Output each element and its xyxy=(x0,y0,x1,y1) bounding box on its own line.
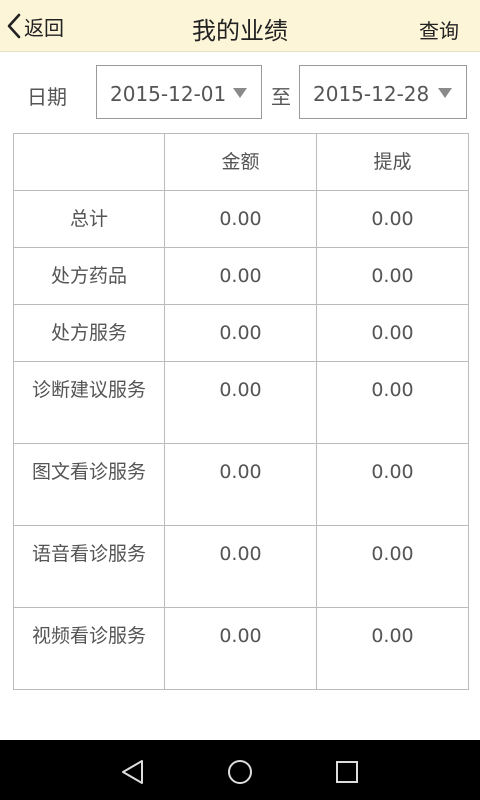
row-name: 处方服务 xyxy=(13,304,165,362)
row-amount: 0.00 xyxy=(164,190,317,248)
query-button[interactable]: 查询 xyxy=(419,15,459,44)
performance-table: 金额 提成 总计 0.00 0.00 处方药品 0.00 0.00 处方服务 0… xyxy=(13,133,469,690)
row-commission: 0.00 xyxy=(316,247,469,305)
row-amount: 0.00 xyxy=(164,247,317,305)
date-filter-row: 日期 2015-12-01 至 2015-12-28 xyxy=(0,64,480,122)
row-name: 图文看诊服务 xyxy=(13,443,165,526)
home-circle-icon[interactable] xyxy=(226,758,254,786)
to-label: 至 xyxy=(271,85,291,109)
row-amount: 0.00 xyxy=(164,443,317,526)
table-row: 总计 0.00 0.00 xyxy=(13,190,469,248)
row-name: 视频看诊服务 xyxy=(13,607,165,690)
table-row: 语音看诊服务 0.00 0.00 xyxy=(13,525,469,608)
system-nav-bar xyxy=(0,740,480,800)
start-date-value: 2015-12-01 xyxy=(110,82,227,106)
recent-apps-square-icon[interactable] xyxy=(333,758,361,786)
back-triangle-icon[interactable] xyxy=(119,758,147,786)
row-commission: 0.00 xyxy=(316,525,469,608)
row-amount: 0.00 xyxy=(164,304,317,362)
page-title: 我的业绩 xyxy=(192,17,288,45)
row-name: 诊断建议服务 xyxy=(13,361,165,444)
table-row: 处方药品 0.00 0.00 xyxy=(13,247,469,305)
table-row: 视频看诊服务 0.00 0.00 xyxy=(13,607,469,690)
table-header-row: 金额 提成 xyxy=(13,133,469,191)
table-row: 诊断建议服务 0.00 0.00 xyxy=(13,361,469,444)
date-label: 日期 xyxy=(27,85,67,109)
end-date-value: 2015-12-28 xyxy=(313,82,430,106)
row-amount: 0.00 xyxy=(164,525,317,608)
row-name: 语音看诊服务 xyxy=(13,525,165,608)
dropdown-arrow-icon xyxy=(233,88,247,98)
header-cell-blank xyxy=(13,133,165,191)
table-row: 处方服务 0.00 0.00 xyxy=(13,304,469,362)
start-date-select[interactable]: 2015-12-01 xyxy=(96,65,262,119)
row-name: 总计 xyxy=(13,190,165,248)
row-commission: 0.00 xyxy=(316,190,469,248)
row-name: 处方药品 xyxy=(13,247,165,305)
row-commission: 0.00 xyxy=(316,304,469,362)
header-cell-amount: 金额 xyxy=(164,133,317,191)
row-commission: 0.00 xyxy=(316,361,469,444)
end-date-select[interactable]: 2015-12-28 xyxy=(299,65,467,119)
header-cell-commission: 提成 xyxy=(316,133,469,191)
row-amount: 0.00 xyxy=(164,361,317,444)
dropdown-arrow-icon xyxy=(438,88,452,98)
app-header: 返回 我的业绩 查询 xyxy=(0,0,480,52)
table-row: 图文看诊服务 0.00 0.00 xyxy=(13,443,469,526)
row-commission: 0.00 xyxy=(316,443,469,526)
row-commission: 0.00 xyxy=(316,607,469,690)
row-amount: 0.00 xyxy=(164,607,317,690)
